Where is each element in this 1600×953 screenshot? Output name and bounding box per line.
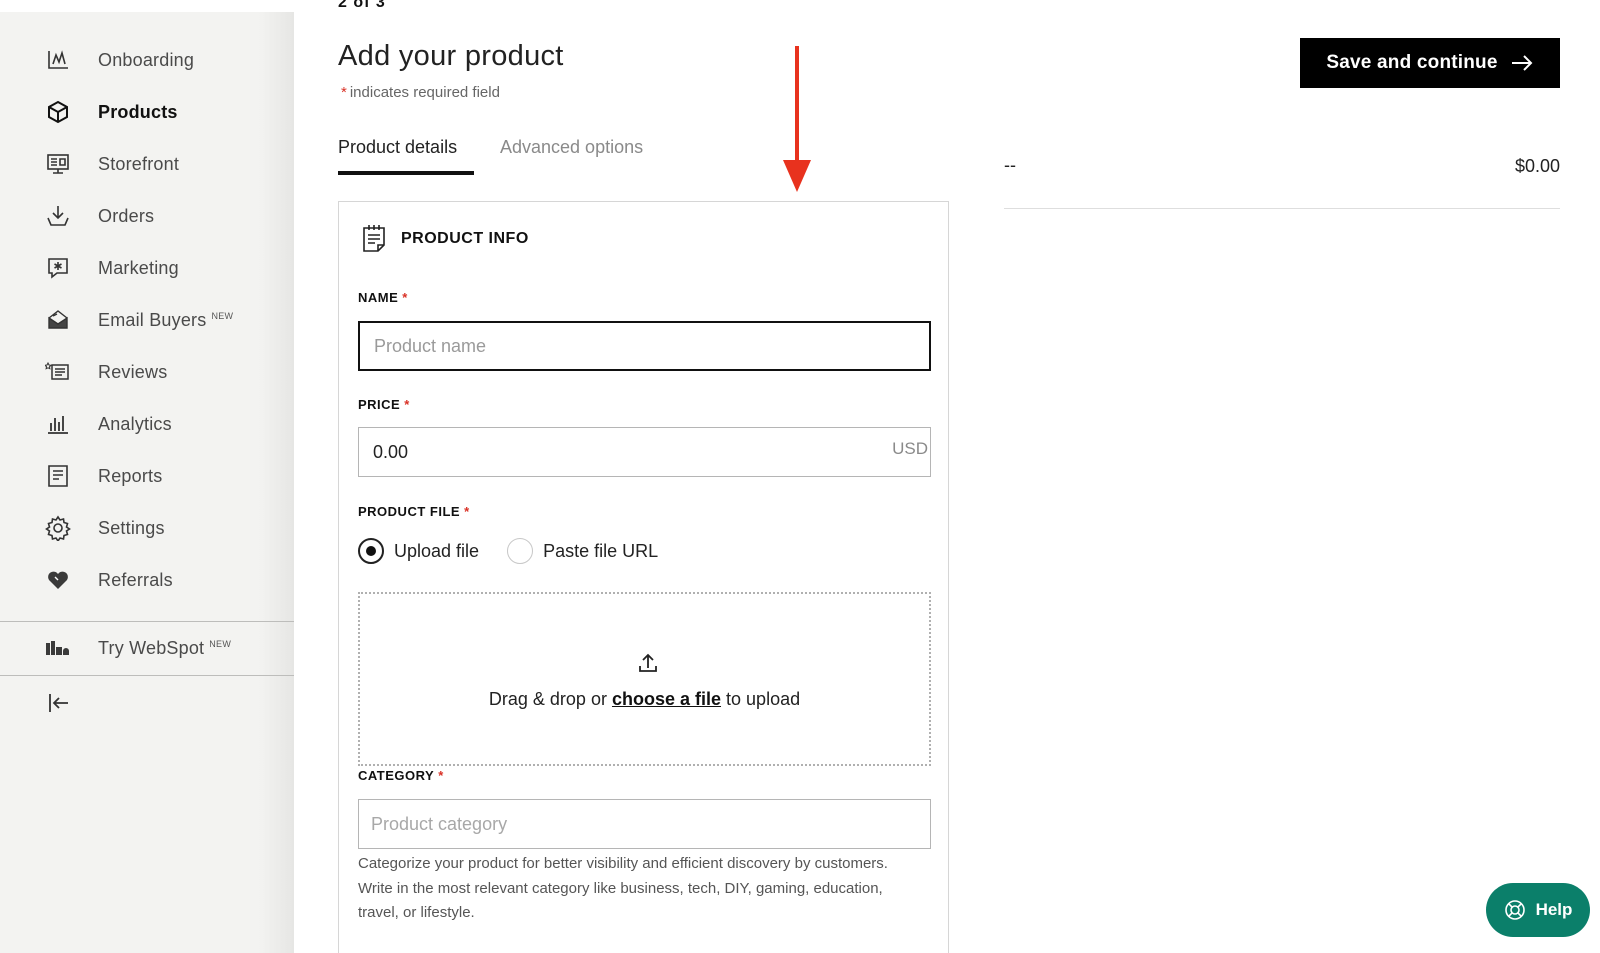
- paste-url-radio[interactable]: [507, 538, 534, 564]
- sidebar-item-label: Orders: [98, 205, 155, 226]
- sidebar-item-label: Marketing: [98, 257, 179, 278]
- save-and-continue-button[interactable]: Save and continue: [1300, 38, 1560, 88]
- product-info-card: PRODUCT INFO NAME* PRICE* USD PRODUCT FI…: [338, 201, 949, 953]
- tab-product-details[interactable]: Product details: [338, 137, 457, 158]
- sidebar-item-label: Reports: [98, 465, 163, 486]
- upload-file-label[interactable]: Upload file: [394, 541, 479, 562]
- sidebar-item-label: Analytics: [98, 413, 172, 434]
- choose-file-link[interactable]: choose a file: [612, 689, 721, 709]
- name-label: NAME *: [358, 290, 408, 305]
- sidebar-item-products[interactable]: Products: [0, 86, 294, 138]
- required-note-text: indicates required field: [349, 84, 500, 101]
- save-button-label: Save and continue: [1326, 52, 1498, 73]
- step-indicator: 2 of 3: [338, 0, 386, 11]
- sidebar-divider: [0, 675, 294, 676]
- sidebar-item-try-webspot[interactable]: Try WebSpot NEW: [0, 622, 294, 674]
- gear-icon: [45, 515, 71, 541]
- sidebar-item-orders[interactable]: Orders: [0, 190, 294, 242]
- radio-selected-dot: [366, 546, 376, 556]
- sidebar-item-marketing[interactable]: Marketing: [0, 242, 294, 294]
- currency-suffix: USD: [892, 439, 928, 458]
- report-document-icon: [45, 463, 71, 489]
- sidebar-top-edge: [0, 0, 294, 12]
- sidebar-item-reports[interactable]: Reports: [0, 450, 294, 502]
- star-chat-icon: [45, 255, 71, 281]
- required-star: *: [341, 84, 347, 101]
- sidebar-item-settings[interactable]: Settings: [0, 502, 294, 554]
- category-input[interactable]: [358, 799, 931, 849]
- upload-file-radio[interactable]: [358, 538, 384, 564]
- required-star: *: [404, 397, 410, 412]
- webspot-logo-icon: [45, 635, 71, 661]
- price-label: PRICE *: [358, 397, 410, 412]
- category-helper-text: Categorize your product for better visib…: [358, 855, 888, 921]
- name-label-text: NAME: [358, 290, 399, 305]
- paste-url-label[interactable]: Paste file URL: [543, 541, 658, 562]
- card-header: PRODUCT INFO: [359, 223, 529, 255]
- onboarding-chart-icon: [45, 47, 71, 73]
- sidebar-item-label: Referrals: [98, 569, 173, 590]
- sidebar-item-reviews[interactable]: Reviews: [0, 346, 294, 398]
- help-lifebuoy-icon: [1504, 900, 1525, 920]
- product-name-input[interactable]: [358, 321, 931, 371]
- download-tray-icon: [45, 203, 71, 229]
- summary-price: $0.00: [1514, 156, 1560, 176]
- summary-divider: [1004, 208, 1560, 209]
- sidebar-item-referrals[interactable]: Referrals: [0, 554, 294, 606]
- active-tab-indicator: [338, 171, 474, 175]
- summary-product-name: --: [1004, 155, 1016, 175]
- upload-icon: [639, 653, 657, 672]
- sidebar-item-label: Onboarding: [98, 49, 195, 70]
- heart-tag-icon: [45, 567, 71, 593]
- logout-button[interactable]: [0, 677, 294, 729]
- required-star: *: [402, 290, 408, 305]
- tab-advanced-options[interactable]: Advanced options: [500, 137, 643, 158]
- sidebar-item-label: Reviews: [98, 361, 168, 382]
- sidebar-item-label: Storefront: [98, 153, 180, 174]
- logout-arrow-icon: [45, 690, 71, 716]
- sidebar-item-label: Products: [98, 101, 178, 122]
- product-file-label-text: PRODUCT FILE: [358, 504, 461, 519]
- sidebar-item-label: Email Buyers NEW: [98, 310, 233, 331]
- category-label: CATEGORY *: [358, 768, 444, 783]
- arrow-right-icon: [1511, 55, 1533, 71]
- sidebar-item-onboarding[interactable]: Onboarding: [0, 34, 294, 86]
- reviews-list-icon: [45, 359, 71, 385]
- required-star: *: [464, 504, 470, 519]
- annotation-arrow-icon: [783, 46, 811, 192]
- email-buyers-text: Email Buyers: [98, 309, 207, 330]
- product-info-icon: [363, 225, 385, 252]
- help-label: Help: [1535, 900, 1573, 919]
- box-icon: [45, 99, 71, 125]
- dropzone-text: Drag & drop or choose a file to upload: [360, 689, 929, 710]
- file-source-radio-group: Upload file Paste file URL: [358, 538, 686, 564]
- bar-chart-icon: [45, 411, 71, 437]
- help-button[interactable]: Help: [1486, 883, 1590, 937]
- sidebar: Onboarding Products Storefront Orders Ma…: [0, 0, 294, 953]
- category-label-text: CATEGORY: [358, 768, 435, 783]
- try-webspot-text: Try WebSpot: [98, 637, 205, 658]
- dropzone-suffix: to upload: [726, 689, 801, 709]
- storefront-monitor-icon: [45, 151, 71, 177]
- price-label-text: PRICE: [358, 397, 401, 412]
- sidebar-item-storefront[interactable]: Storefront: [0, 138, 294, 190]
- card-title: PRODUCT INFO: [401, 230, 529, 247]
- required-star: *: [438, 768, 444, 783]
- envelope-icon: [45, 307, 71, 333]
- page-title: Add your product: [338, 40, 564, 72]
- price-input[interactable]: [358, 427, 931, 477]
- sidebar-item-label: Settings: [98, 517, 165, 538]
- new-badge: NEW: [209, 638, 232, 649]
- file-dropzone[interactable]: Drag & drop or choose a file to upload: [358, 592, 931, 766]
- sidebar-item-analytics[interactable]: Analytics: [0, 398, 294, 450]
- required-field-note: * indicates required field: [341, 84, 500, 101]
- new-badge: NEW: [211, 310, 234, 321]
- sidebar-item-label: Try WebSpot NEW: [98, 638, 231, 659]
- product-file-label: PRODUCT FILE *: [358, 504, 470, 519]
- dropzone-prefix: Drag & drop or: [488, 689, 607, 709]
- sidebar-item-email-buyers[interactable]: Email Buyers NEW: [0, 294, 294, 346]
